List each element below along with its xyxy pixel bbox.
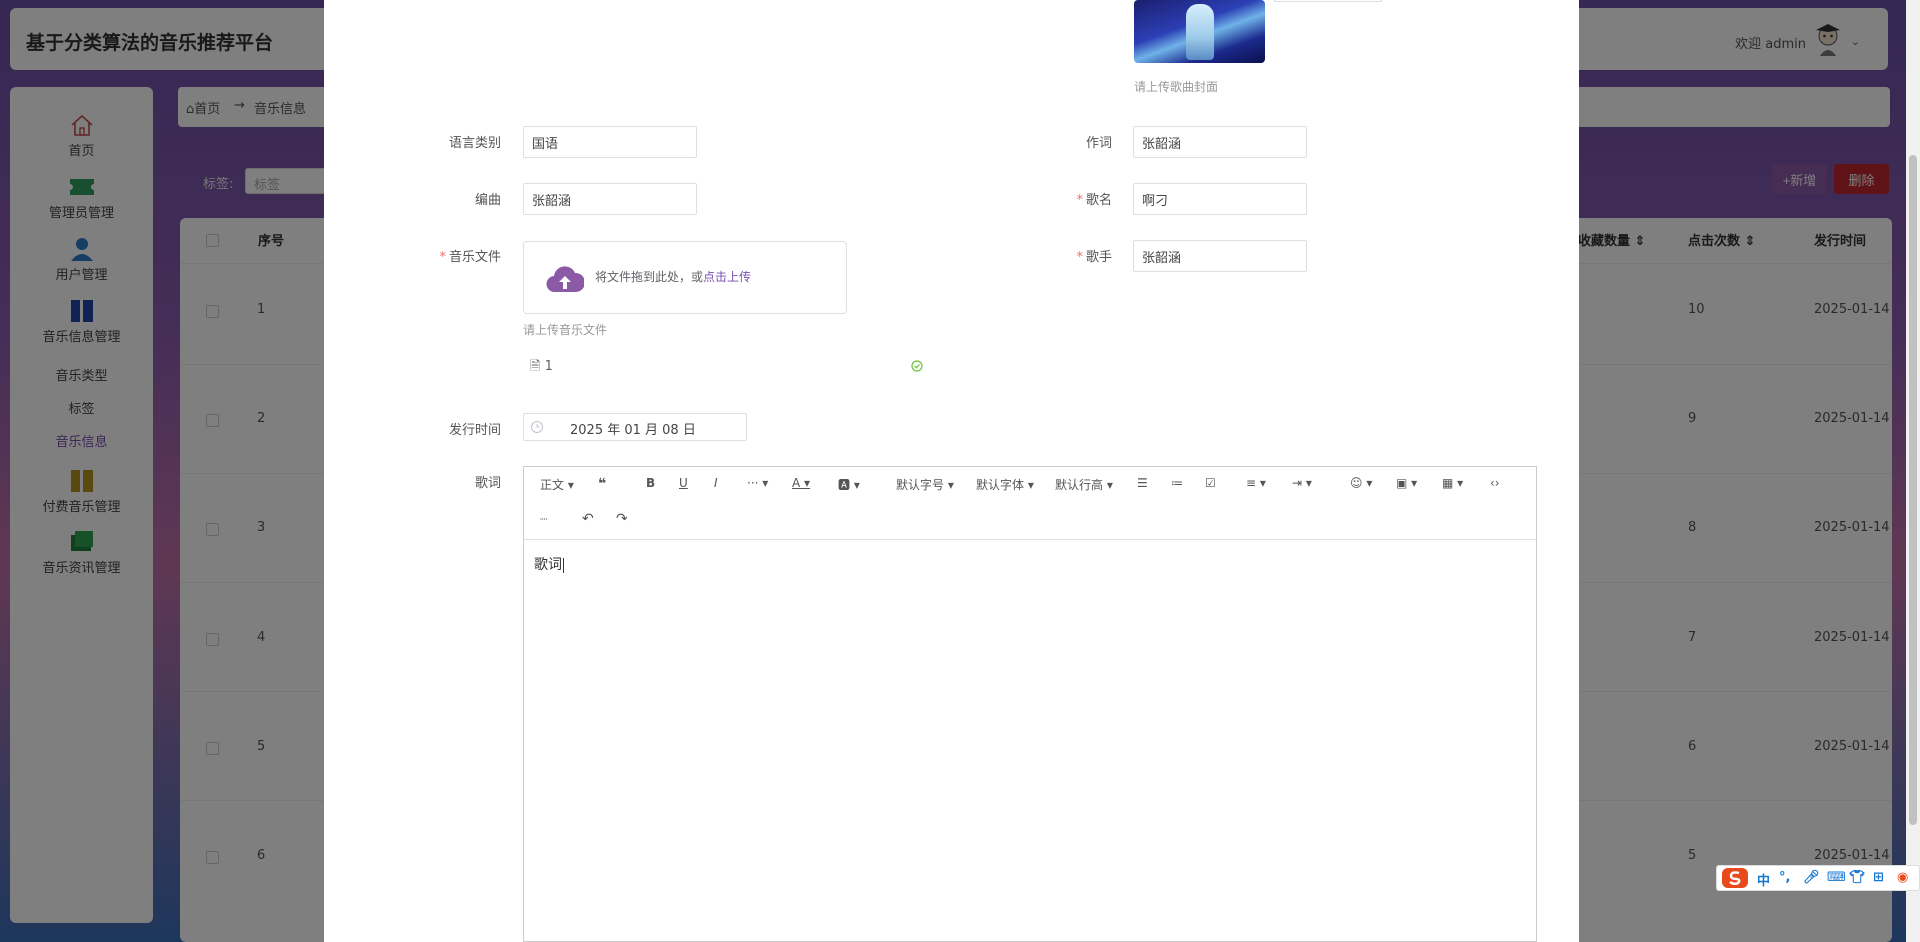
table-dropdown[interactable]: ▦ ▾ bbox=[1442, 476, 1463, 490]
ime-toolbar[interactable]: 中 °, 🎤︎ ⌨︎ 👕︎ ⊞ ◉ bbox=[1716, 865, 1920, 891]
clock-icon bbox=[530, 420, 544, 434]
singer-field[interactable]: 张韶涵 bbox=[1133, 240, 1307, 272]
align-dropdown[interactable]: ≡ ▾ bbox=[1246, 476, 1266, 490]
undo-icon[interactable]: ↶ bbox=[582, 511, 594, 527]
lyricist-field[interactable]: 张韶涵 bbox=[1133, 126, 1307, 158]
edit-music-dialog: 请上传歌曲封面 语言类别 国语 作词 张韶涵 编曲 张韶涵 * 歌名 啊刁 * 音乐… bbox=[324, 0, 1579, 942]
language-field[interactable]: 国语 bbox=[523, 126, 697, 158]
text-caret bbox=[563, 557, 564, 573]
more-format-dropdown[interactable]: ··· ▾ bbox=[747, 476, 768, 490]
image-dropdown[interactable]: ▣ ▾ bbox=[1396, 476, 1417, 490]
song-cover-image[interactable] bbox=[1134, 0, 1265, 63]
skin-shirt-icon[interactable]: 👕︎ bbox=[1849, 870, 1866, 885]
cloud-upload-icon bbox=[546, 262, 586, 294]
lyrics-label: 歌词 bbox=[474, 476, 501, 491]
redo-icon[interactable]: ↷ bbox=[616, 511, 628, 527]
cover-hint: 请上传歌曲封面 bbox=[1134, 80, 1219, 94]
singer-label: * 歌手 bbox=[1076, 250, 1112, 265]
divider-icon[interactable]: ┈ bbox=[540, 512, 547, 526]
keyboard-icon[interactable]: ⌨︎ bbox=[1827, 870, 1846, 885]
uploaded-file-name: 1 bbox=[544, 359, 553, 374]
composer-field[interactable]: 张韶涵 bbox=[523, 183, 697, 215]
italic-icon[interactable]: I bbox=[714, 476, 718, 490]
editor-toolbar: 正文 ▾ ❝ B U I ··· ▾ A ▾ 🅰 ▾ 默认字号 ▾ 默认字体 ▾… bbox=[524, 467, 1536, 540]
document-icon: 🗎 bbox=[530, 359, 541, 374]
font-size-dropdown[interactable]: 默认字号 ▾ bbox=[896, 476, 954, 493]
page-scrollbar[interactable] bbox=[1906, 0, 1920, 942]
music-file-hint: 请上传音乐文件 bbox=[523, 323, 608, 337]
upload-instructions: 将文件拖到此处，或点击上传 bbox=[595, 270, 752, 284]
cover-figure bbox=[1186, 4, 1214, 60]
release-date-picker[interactable]: 2025 年 01 月 08 日 bbox=[523, 413, 747, 441]
ime-language-toggle[interactable]: 中 bbox=[1757, 870, 1770, 889]
ime-punctuation-toggle[interactable]: °, bbox=[1779, 870, 1790, 885]
release-date-label: 发行时间 bbox=[448, 423, 501, 438]
quote-icon[interactable]: ❝ bbox=[598, 476, 606, 492]
line-height-dropdown[interactable]: 默认行高 ▾ bbox=[1055, 476, 1113, 493]
lyrics-text: 歌词 bbox=[534, 557, 562, 573]
composer-label: 编曲 bbox=[474, 193, 501, 208]
release-date-value: 2025 年 01 月 08 日 bbox=[570, 423, 696, 438]
background-color-icon[interactable]: 🅰 ▾ bbox=[838, 476, 860, 493]
song-name-field[interactable]: 啊刁 bbox=[1133, 183, 1307, 215]
click-upload-link[interactable]: 点击上传 bbox=[703, 270, 751, 284]
scrollbar-thumb[interactable] bbox=[1909, 155, 1917, 825]
emoji-dropdown[interactable]: ☺ ▾ bbox=[1350, 476, 1372, 490]
check-circle-icon bbox=[911, 360, 923, 372]
music-file-label: * 音乐文件 bbox=[439, 250, 501, 265]
sogou-logo-icon bbox=[1721, 867, 1749, 889]
code-icon[interactable]: ‹› bbox=[1490, 476, 1500, 490]
uploaded-file-item[interactable]: 🗎 1 bbox=[530, 357, 553, 379]
toolbox-grid-icon[interactable]: ⊞ bbox=[1873, 870, 1884, 885]
ime-mascot-icon[interactable]: ◉ bbox=[1897, 870, 1908, 885]
lyricist-label: 作词 bbox=[1085, 136, 1112, 151]
cover-upload-button[interactable] bbox=[1274, 0, 1382, 2]
bullet-list-icon[interactable]: ☰ bbox=[1137, 476, 1148, 490]
song-name-label: * 歌名 bbox=[1076, 193, 1112, 208]
music-file-dropzone[interactable]: 将文件拖到此处，或点击上传 bbox=[523, 241, 847, 314]
underline-icon[interactable]: U bbox=[679, 476, 688, 490]
todo-checkbox-icon[interactable]: ☑ bbox=[1205, 476, 1216, 490]
language-label: 语言类别 bbox=[448, 136, 501, 151]
microphone-icon[interactable]: 🎤︎ bbox=[1803, 870, 1820, 885]
bold-icon[interactable]: B bbox=[646, 476, 655, 490]
paragraph-dropdown[interactable]: 正文 ▾ bbox=[540, 476, 574, 493]
numbered-list-icon[interactable]: ≔ bbox=[1171, 476, 1183, 490]
lyrics-editor: 正文 ▾ ❝ B U I ··· ▾ A ▾ 🅰 ▾ 默认字号 ▾ 默认字体 ▾… bbox=[523, 466, 1537, 942]
font-color-icon[interactable]: A ▾ bbox=[792, 476, 810, 490]
lyrics-editor-content[interactable]: 歌词 bbox=[534, 554, 564, 574]
font-family-dropdown[interactable]: 默认字体 ▾ bbox=[976, 476, 1034, 493]
indent-dropdown[interactable]: ⇥ ▾ bbox=[1292, 476, 1312, 490]
